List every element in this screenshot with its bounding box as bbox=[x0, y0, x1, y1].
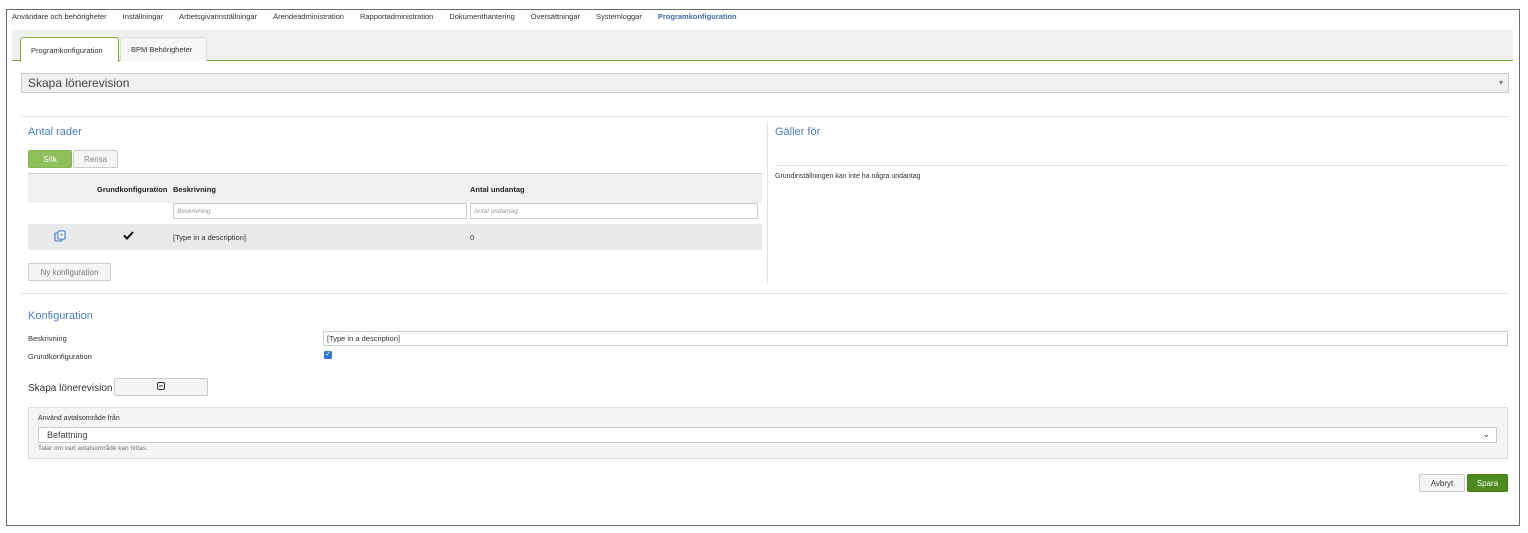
nav-item-system-logs[interactable]: Systemloggar bbox=[596, 12, 642, 26]
nav-item-document-management[interactable]: Dokumenthantering bbox=[449, 12, 514, 26]
cancel-button[interactable]: Avbryt bbox=[1419, 474, 1465, 492]
save-button[interactable]: Spara bbox=[1467, 474, 1508, 492]
column-header-base[interactable]: Grundkonfiguration bbox=[97, 185, 167, 194]
applies-section-title: Gäller för bbox=[775, 126, 821, 138]
exceptions-filter-input[interactable]: Antal undantag bbox=[470, 203, 758, 219]
program-select[interactable]: Skapa lönerevision ▾ bbox=[21, 73, 1509, 93]
tab-bpm-permissions[interactable]: BPM Behörigheter bbox=[120, 37, 207, 61]
program-select-value: Skapa lönerevision bbox=[28, 76, 130, 90]
collapse-button[interactable] bbox=[114, 378, 208, 396]
divider bbox=[21, 293, 1508, 294]
grid-filter-row: Beskrivning Antal undantag bbox=[28, 203, 762, 224]
agreement-help: Talar om vart avtalsområde kan hittas. bbox=[38, 445, 148, 452]
subsection-label: Skapa lönerevision bbox=[28, 383, 113, 394]
applies-text: Grundinställningen kan inte ha några und… bbox=[775, 173, 921, 180]
agreement-select[interactable]: Befattning ⌄ bbox=[38, 427, 1497, 443]
nav-item-translations[interactable]: Översättningar bbox=[531, 12, 580, 26]
nav-item-case-admin[interactable]: Ärendeadministration bbox=[273, 12, 344, 26]
new-configuration-button[interactable]: Ny konfiguration bbox=[28, 263, 111, 281]
row-description: [Type in a description] bbox=[173, 233, 246, 242]
agreement-label: Använd avtalsområde från bbox=[38, 415, 120, 422]
checkmark-icon bbox=[123, 231, 134, 242]
tab-program-configuration[interactable]: Programkonfiguration bbox=[20, 37, 119, 62]
dropdown-caret-icon: ▾ bbox=[1498, 78, 1503, 87]
tab-bar: Programkonfiguration BPM Behörigheter bbox=[12, 30, 1513, 62]
chevron-down-icon: ⌄ bbox=[1482, 429, 1490, 439]
base-config-label: Grundkonfiguration bbox=[28, 352, 92, 361]
grid-header: Grundkonfiguration Beskrivning Antal und… bbox=[28, 173, 762, 203]
base-config-checkbox[interactable]: ✓ bbox=[324, 351, 332, 359]
nav-item-report-admin[interactable]: Rapportadministration bbox=[360, 12, 433, 26]
nav-item-settings[interactable]: Inställningar bbox=[123, 12, 163, 26]
row-exceptions: 0 bbox=[470, 233, 475, 242]
column-header-exceptions[interactable]: Antal undantag bbox=[470, 185, 525, 194]
divider bbox=[21, 116, 1508, 117]
search-button[interactable]: Sök bbox=[28, 150, 72, 168]
collapse-icon bbox=[157, 382, 165, 392]
divider bbox=[775, 165, 1508, 166]
nav-item-users[interactable]: Användare och behörigheter bbox=[12, 12, 107, 26]
agreement-panel: Använd avtalsområde från Befattning ⌄ Ta… bbox=[28, 407, 1508, 459]
nav-item-program-config[interactable]: Programkonfiguration bbox=[658, 12, 737, 26]
description-input[interactable]: [Type in a description] bbox=[323, 331, 1508, 346]
clear-button[interactable]: Rensa bbox=[73, 150, 118, 168]
description-filter-input[interactable]: Beskrivning bbox=[173, 203, 467, 219]
agreement-select-value: Befattning bbox=[47, 430, 88, 440]
column-divider bbox=[767, 122, 768, 284]
copy-icon[interactable] bbox=[54, 230, 66, 245]
rows-section-title: Antal rader bbox=[28, 126, 82, 138]
top-navigation: Användare och behörigheter Inställningar… bbox=[12, 12, 753, 26]
config-section-title: Konfiguration bbox=[28, 310, 93, 322]
table-row[interactable]: [Type in a description] 0 bbox=[28, 224, 762, 250]
column-header-description[interactable]: Beskrivning bbox=[173, 185, 216, 194]
description-label: Beskrivning bbox=[28, 334, 67, 343]
nav-item-employer-settings[interactable]: Arbetsgivarinställningar bbox=[179, 12, 257, 26]
